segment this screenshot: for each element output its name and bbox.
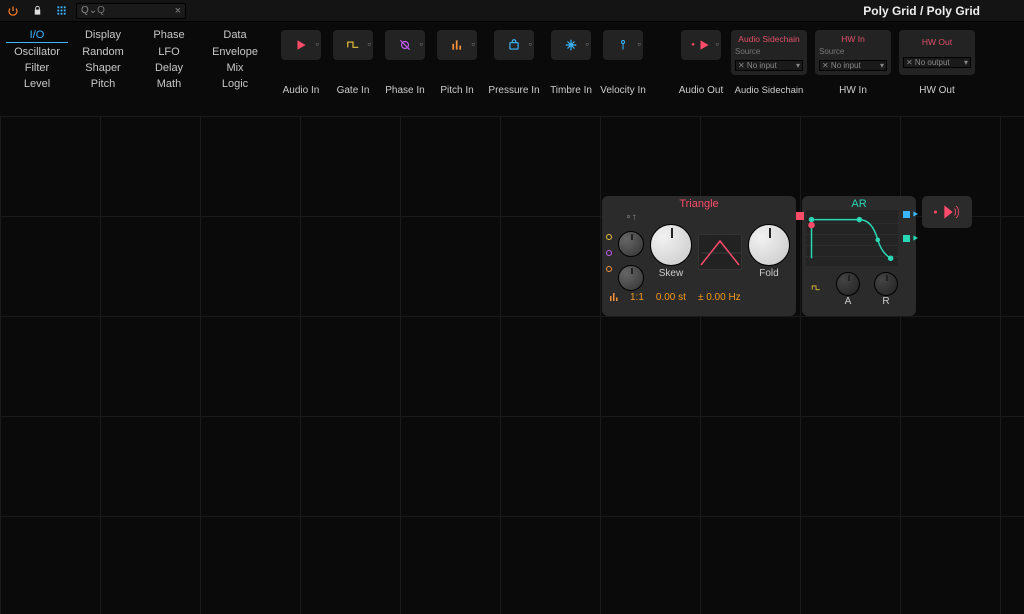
power-icon[interactable]	[4, 2, 22, 20]
cat-oscillator[interactable]: Oscillator	[6, 45, 68, 59]
bag-icon	[507, 38, 521, 52]
knob-label: R	[882, 296, 889, 307]
port-dot[interactable]	[903, 235, 910, 242]
search-icon: Q⌄	[81, 5, 97, 16]
cat-data[interactable]: Data	[204, 28, 266, 43]
mod-label: Pitch In	[440, 85, 473, 96]
squarewave-icon	[345, 38, 361, 52]
semitone-readout[interactable]: 0.00 st	[656, 292, 686, 303]
close-icon[interactable]: ×	[175, 5, 181, 17]
hz-readout[interactable]: ± 0.00 Hz	[698, 292, 741, 303]
mod-audio-in[interactable]: Audio In	[278, 30, 324, 96]
mod-hw-out[interactable]: HW Out ✕ No output▾ HW Out	[898, 30, 976, 96]
envelope-graph[interactable]	[806, 210, 898, 266]
attack-knob[interactable]	[836, 272, 860, 296]
hw-source-dropdown[interactable]: ✕ No output▾	[903, 57, 971, 68]
bars-icon	[450, 38, 464, 52]
triangle-wave-icon	[699, 237, 741, 267]
device-title: Triangle	[602, 196, 796, 210]
squarewave-icon	[810, 283, 822, 293]
cat-filter[interactable]: Filter	[6, 61, 68, 75]
release-knob[interactable]	[874, 272, 898, 296]
ratio-readout[interactable]: 1:1	[630, 292, 644, 303]
mod-velocity-in[interactable]: Velocity In	[600, 30, 646, 96]
speaker-icon	[941, 202, 961, 222]
mod-pressure-in[interactable]: Pressure In	[486, 30, 542, 96]
device-ar[interactable]: AR	[802, 196, 916, 316]
fold-knob[interactable]	[748, 224, 790, 266]
device-triangle[interactable]: Triangle ∘↑ Skew Fold 1:1 0.00 st ± 0.0	[602, 196, 796, 316]
hw-box-title: HW Out	[903, 37, 971, 47]
port-dot[interactable]	[606, 234, 612, 240]
breadcrumb: Poly Grid / Poly Grid	[863, 4, 1020, 18]
mod-pitch-in[interactable]: Pitch In	[434, 30, 480, 96]
mod-label: HW In	[839, 85, 867, 96]
knob-label: A	[845, 296, 852, 307]
cat-math[interactable]: Math	[138, 77, 200, 91]
play-icon	[697, 38, 711, 52]
cat-mix[interactable]: Mix	[204, 61, 266, 75]
mod-hw-in[interactable]: HW In Source ✕ No input▾ HW In	[814, 30, 892, 96]
mod-label: Audio Sidechain	[735, 85, 804, 96]
mod-gate-in[interactable]: Gate In	[330, 30, 376, 96]
arrow-icon	[912, 210, 920, 218]
cat-logic[interactable]: Logic	[204, 77, 266, 91]
arrow-icon	[912, 234, 920, 242]
cat-display[interactable]: Display	[72, 28, 134, 43]
phi-icon	[398, 38, 412, 52]
grid-canvas[interactable]	[0, 116, 1024, 614]
knob-label: Skew	[659, 268, 683, 279]
mod-label: HW Out	[919, 85, 955, 96]
port-dot[interactable]	[606, 266, 612, 272]
mod-label: Timbre In	[550, 85, 592, 96]
skew-knob[interactable]	[650, 224, 692, 266]
module-palette: Audio In Gate In Phase In Pitch In Press…	[272, 24, 982, 97]
cat-envelope[interactable]: Envelope	[204, 45, 266, 59]
wave-preview	[698, 234, 742, 270]
hw-source-label: Source	[735, 47, 803, 56]
hw-source-dropdown[interactable]: ✕ No input▾	[735, 60, 803, 71]
mod-phase-in[interactable]: Phase In	[382, 30, 428, 96]
category-grid: I/O Display Phase Data Oscillator Random…	[0, 24, 272, 97]
hw-source-dropdown[interactable]: ✕ No input▾	[819, 60, 887, 71]
port-dot[interactable]: ●	[933, 209, 937, 216]
knob-label: Fold	[759, 268, 778, 279]
port-dot[interactable]	[796, 212, 804, 220]
cat-lfo[interactable]: LFO	[138, 45, 200, 59]
grid-icon[interactable]	[52, 2, 70, 20]
mod-label: Velocity In	[600, 85, 646, 96]
cat-pitch[interactable]: Pitch	[72, 77, 134, 91]
small-knob-2[interactable]	[618, 265, 644, 291]
mod-label: Gate In	[337, 85, 370, 96]
port-dot[interactable]	[903, 211, 910, 218]
mod-audio-out[interactable]: ● Audio Out	[678, 30, 724, 96]
flare-icon	[564, 38, 578, 52]
port-dot[interactable]	[606, 250, 612, 256]
hw-box-title: HW In	[819, 34, 887, 44]
cat-io[interactable]: I/O	[6, 28, 68, 43]
hw-source-label: Source	[819, 47, 887, 56]
mod-timbre-in[interactable]: Timbre In	[548, 30, 594, 96]
pitch-bars-icon[interactable]	[608, 291, 620, 303]
cat-random[interactable]: Random	[72, 45, 134, 59]
mod-label: Pressure In	[488, 85, 539, 96]
search-input-wrap: Q⌄ ×	[76, 3, 186, 19]
mod-audio-sidechain[interactable]: Audio Sidechain Source ✕ No input▾ Audio…	[730, 30, 808, 96]
mod-label: Audio In	[283, 85, 320, 96]
cat-shaper[interactable]: Shaper	[72, 61, 134, 75]
retrigger-icon[interactable]: ∘↑	[625, 212, 636, 223]
mod-label: Phase In	[385, 85, 424, 96]
search-input[interactable]	[97, 5, 174, 16]
small-knob-1[interactable]	[618, 231, 644, 257]
play-icon	[294, 38, 308, 52]
device-audio-out-mini[interactable]: ●	[922, 196, 972, 228]
cat-delay[interactable]: Delay	[138, 61, 200, 75]
cat-phase[interactable]: Phase	[138, 28, 200, 43]
lock-icon[interactable]	[28, 2, 46, 20]
device-title: AR	[802, 196, 916, 210]
key-icon	[617, 38, 629, 52]
cat-level[interactable]: Level	[6, 77, 68, 91]
hw-box-title: Audio Sidechain	[735, 34, 803, 44]
mod-label: Audio Out	[679, 85, 723, 96]
